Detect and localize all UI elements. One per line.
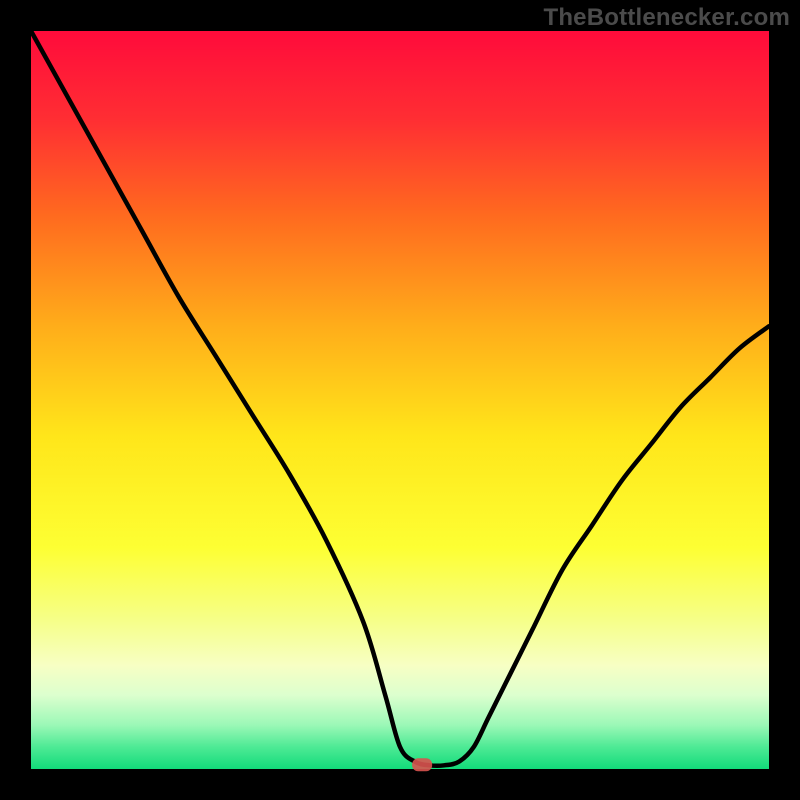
bottleneck-chart [0,0,800,800]
optimal-marker [412,758,432,771]
plot-background [31,31,769,769]
chart-frame: TheBottlenecker.com [0,0,800,800]
watermark-text: TheBottlenecker.com [543,4,790,32]
